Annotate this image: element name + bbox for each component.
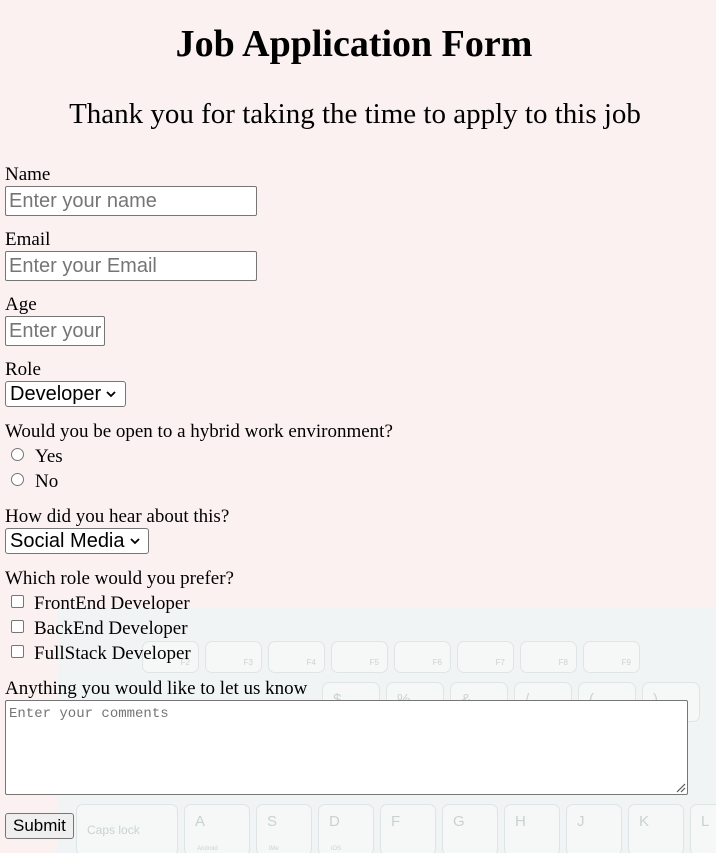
age-input[interactable] xyxy=(5,316,105,346)
name-input[interactable] xyxy=(5,186,257,216)
keyboard-function-row: F2 F3 F4 F5 F6 F7 F8 F9 xyxy=(142,641,640,673)
checkbox-label: FrontEnd Developer xyxy=(34,593,190,614)
hybrid-option-yes[interactable]: Yes xyxy=(11,447,63,467)
chevron-down-icon xyxy=(129,538,140,545)
keyboard-key: A Android xyxy=(184,804,250,853)
keyboard-key: F8 xyxy=(520,641,577,673)
email-label: Email xyxy=(5,229,51,250)
keyboard-key: F5 xyxy=(331,641,388,673)
checkbox-label: BackEnd Developer xyxy=(34,618,188,639)
preferred-role-fullstack[interactable]: FullStack Developer xyxy=(11,644,191,664)
keyboard-key: F xyxy=(380,804,436,853)
source-select-value: Social Media xyxy=(10,530,125,552)
radio-label: No xyxy=(35,471,59,492)
keyboard-key: F3 xyxy=(205,641,262,673)
email-input[interactable] xyxy=(5,251,257,281)
keyboard-key: H xyxy=(504,804,560,853)
checkbox[interactable] xyxy=(11,594,24,608)
keyboard-key: F4 xyxy=(268,641,325,673)
keyboard-key: F6 xyxy=(394,641,451,673)
keyboard-key: F9 xyxy=(583,641,640,673)
radio-label: Yes xyxy=(35,446,63,467)
hybrid-question: Would you be open to a hybrid work envir… xyxy=(5,421,393,442)
preferred-role-question: Which role would you prefer? xyxy=(5,568,234,589)
preferred-role-frontend[interactable]: FrontEnd Developer xyxy=(11,594,190,614)
preferred-role-backend[interactable]: BackEnd Developer xyxy=(11,619,188,639)
role-label: Role xyxy=(5,359,41,380)
radio-button[interactable] xyxy=(11,447,24,461)
checkbox-label: FullStack Developer xyxy=(34,643,191,664)
hybrid-option-no[interactable]: No xyxy=(11,472,58,492)
checkbox[interactable] xyxy=(11,644,24,658)
keyboard-key: G xyxy=(442,804,498,853)
age-label: Age xyxy=(5,294,37,315)
keyboard-key: K xyxy=(628,804,684,853)
keyboard-key-caps-lock: Caps lock xyxy=(76,804,178,853)
keyboard-key: SiMe xyxy=(256,804,312,853)
source-select[interactable]: Social Media xyxy=(5,528,149,554)
comments-label: Anything you would like to let us know xyxy=(5,678,308,699)
page-title: Job Application Form xyxy=(175,23,533,65)
submit-button[interactable]: Submit xyxy=(5,813,74,839)
keyboard-key: DiOS xyxy=(318,804,374,853)
radio-button[interactable] xyxy=(11,472,24,486)
checkbox[interactable] xyxy=(11,619,24,633)
keyboard-key: F7 xyxy=(457,641,514,673)
keyboard-key: L xyxy=(690,804,716,853)
keyboard-home-row: Caps lock A Android SiMe DiOS F G H J K L xyxy=(76,804,716,853)
name-label: Name xyxy=(5,164,51,185)
resize-grip-icon[interactable] xyxy=(676,783,686,793)
comments-textarea[interactable] xyxy=(5,700,688,795)
role-select[interactable]: Developer xyxy=(5,381,126,407)
source-label: How did you hear about this? xyxy=(5,506,230,527)
keyboard-key: J xyxy=(566,804,622,853)
chevron-down-icon xyxy=(106,391,116,398)
page-subtitle: Thank you for taking the time to apply t… xyxy=(69,98,641,130)
role-select-value: Developer xyxy=(10,383,102,405)
